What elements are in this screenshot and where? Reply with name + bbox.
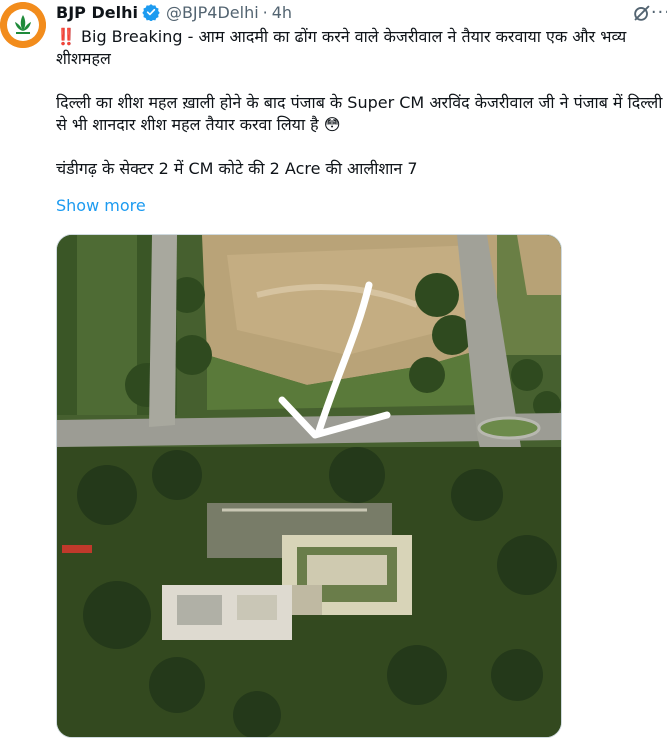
bjp-lotus-logo-icon: [0, 2, 46, 48]
separator-dot: ·: [262, 2, 268, 22]
author-handle[interactable]: @BJP4Delhi: [166, 3, 259, 22]
aerial-photo[interactable]: [56, 234, 562, 738]
double-exclamation-icon: ‼️: [56, 27, 76, 46]
tweet-line-1: Big Breaking - आम आदमी का ढोंग करने वाले…: [56, 27, 627, 68]
aerial-map-image: [57, 235, 561, 737]
more-icon[interactable]: ···: [651, 2, 667, 23]
tweet-text: ‼️ Big Breaking - आम आदमी का ढोंग करने व…: [56, 26, 667, 180]
show-more-link[interactable]: Show more: [56, 196, 146, 215]
tweet-header: BJP Delhi @BJP4Delhi · 4h: [56, 0, 667, 24]
tweet-time[interactable]: 4h: [272, 3, 292, 22]
avatar[interactable]: [0, 2, 46, 48]
tweet-paragraph-3: चंडीगढ़ के सेक्टर 2 में CM कोटे की 2 Acr…: [56, 159, 418, 178]
tweet-paragraph-2: दिल्ली का शीश महल ख़ाली होने के बाद पंजा…: [56, 93, 663, 134]
verified-badge-icon: [142, 4, 160, 21]
author-name[interactable]: BJP Delhi: [56, 3, 138, 22]
grok-icon[interactable]: [631, 2, 653, 24]
tweet-paragraph-1: ‼️ Big Breaking - आम आदमी का ढोंग करने व…: [56, 26, 667, 70]
